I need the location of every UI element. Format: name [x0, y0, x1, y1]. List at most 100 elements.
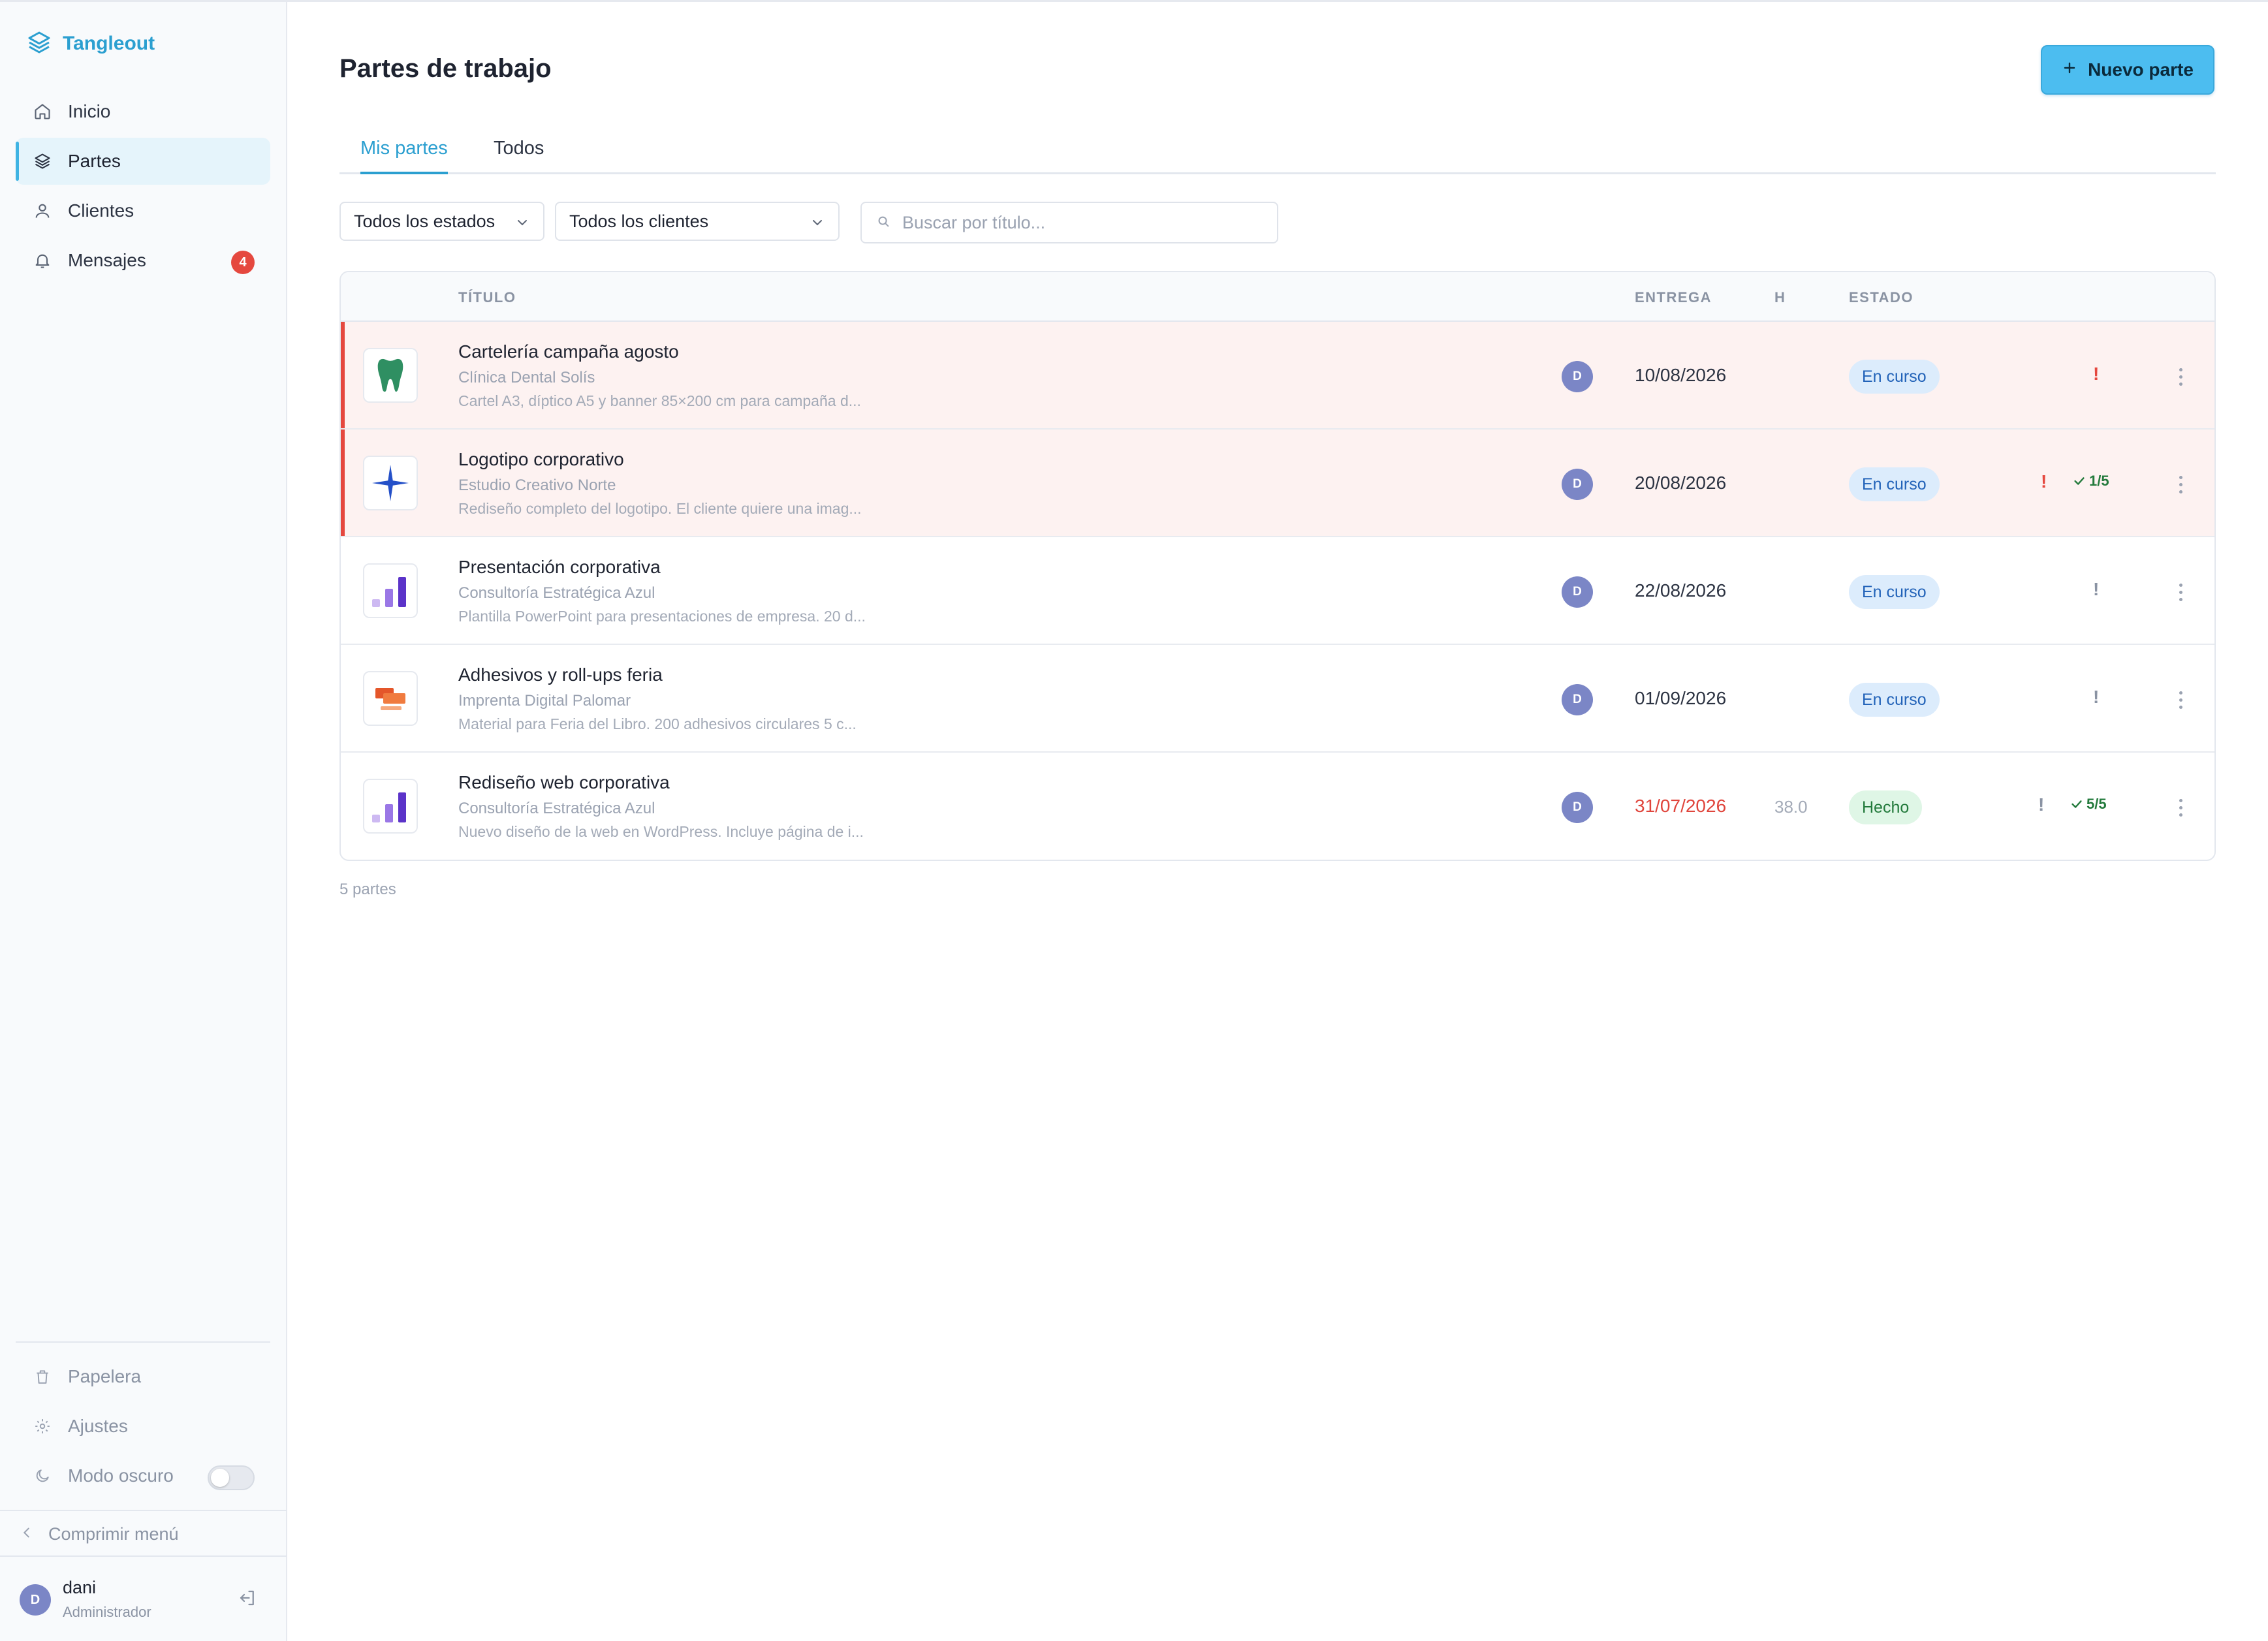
- sidebar-item-label: Inicio: [68, 101, 111, 121]
- trash-icon: [33, 1367, 52, 1386]
- sidebar: Tangleout Inicio Partes Clientes Mensaje…: [0, 2, 287, 1641]
- row-title: Presentación corporativa: [458, 557, 661, 577]
- moon-icon: [33, 1466, 52, 1486]
- checklist-progress: 1/5: [2072, 473, 2109, 490]
- sidebar-item-label: Partes: [68, 151, 121, 171]
- user-profile: D dani Administrador: [20, 1575, 261, 1625]
- sidebar-item-clientes[interactable]: Clientes: [16, 187, 270, 234]
- brand[interactable]: Tangleout: [26, 31, 155, 57]
- gear-icon: [33, 1416, 52, 1436]
- sidebar-item-label: Ajustes: [68, 1416, 128, 1436]
- chevron-down-icon: [514, 215, 530, 230]
- priority-flag: !: [2041, 471, 2047, 492]
- row-description: Plantilla PowerPoint para presentaciones…: [458, 608, 866, 625]
- sidebar-nav: Inicio Partes Clientes Mensajes 4: [16, 88, 270, 287]
- avatar[interactable]: D: [20, 1584, 51, 1616]
- row-title: Rediseño web corporativa: [458, 772, 670, 792]
- row-due-date: 31/07/2026: [1635, 796, 1727, 816]
- row-title: Logotipo corporativo: [458, 449, 624, 469]
- tab-todos[interactable]: Todos: [494, 138, 544, 174]
- row-client: Consultoría Estratégica Azul: [458, 800, 655, 817]
- table-row[interactable]: Logotipo corporativo Estudio Creativo No…: [341, 430, 2214, 537]
- row-description: Cartel A3, díptico A5 y banner 85×200 cm…: [458, 392, 861, 409]
- client-filter-select[interactable]: Todos los clientes: [555, 202, 840, 241]
- status-badge: Hecho: [1849, 790, 1923, 824]
- logo-layers-icon: [26, 29, 52, 59]
- row-menu-button[interactable]: [2171, 361, 2190, 392]
- status-filter-value: Todos los estados: [354, 211, 496, 231]
- user-name: dani: [63, 1578, 97, 1597]
- assignee-avatar: D: [1562, 684, 1593, 715]
- user-icon: [33, 201, 52, 221]
- column-hours-header[interactable]: H: [1774, 289, 1786, 306]
- search-box: [860, 202, 1278, 243]
- sidebar-item-inicio[interactable]: Inicio: [16, 88, 270, 135]
- row-description: Rediseño completo del logotipo. El clien…: [458, 500, 862, 517]
- partes-table: TÍTULO ENTREGA H ESTADO Cartelería campa…: [339, 271, 2216, 861]
- bars-icon: [363, 563, 418, 618]
- new-parte-button[interactable]: Nuevo parte: [2041, 45, 2214, 95]
- user-role: Administrador: [63, 1604, 151, 1620]
- star-icon: [363, 456, 418, 510]
- checklist-progress: 5/5: [2070, 796, 2107, 813]
- sidebar-item-partes[interactable]: Partes: [16, 138, 270, 185]
- sidebar-item-label: Papelera: [68, 1366, 142, 1386]
- row-menu-button[interactable]: [2171, 792, 2190, 823]
- row-client: Clínica Dental Solís: [458, 369, 595, 386]
- checklist-count: 1/5: [2089, 473, 2109, 489]
- sidebar-bottom: Papelera Ajustes Modo oscuro: [16, 1353, 270, 1502]
- table-row[interactable]: Presentación corporativa Consultoría Est…: [341, 537, 2214, 645]
- table-row[interactable]: Rediseño web corporativa Consultoría Est…: [341, 753, 2214, 860]
- collapse-menu-button[interactable]: Comprimir menú: [20, 1518, 179, 1550]
- home-icon: [33, 102, 52, 121]
- table-row[interactable]: Adhesivos y roll-ups feria Imprenta Digi…: [341, 645, 2214, 753]
- sidebar-divider: [0, 1510, 287, 1511]
- row-hours: 38.0: [1774, 797, 1808, 817]
- layers-icon: [33, 151, 52, 171]
- status-badge: En curso: [1849, 467, 1940, 501]
- page-title: Partes de trabajo: [339, 54, 552, 83]
- priority-flag: !: [2093, 579, 2100, 599]
- column-due-header[interactable]: ENTREGA: [1635, 289, 1712, 306]
- plus-icon: [2062, 59, 2077, 80]
- sidebar-item-label: Mensajes: [68, 250, 146, 270]
- sidebar-item-modo-oscuro: Modo oscuro: [16, 1452, 270, 1499]
- assignee-avatar: D: [1562, 576, 1593, 608]
- table-header: TÍTULO ENTREGA H ESTADO: [341, 272, 2214, 322]
- assignee-avatar: D: [1562, 469, 1593, 500]
- tabs: Mis partes Todos: [339, 126, 2216, 174]
- new-parte-label: Nuevo parte: [2088, 59, 2194, 80]
- row-menu-button[interactable]: [2171, 684, 2190, 715]
- sidebar-divider: [0, 1555, 287, 1557]
- row-menu-button[interactable]: [2171, 469, 2190, 500]
- search-input[interactable]: [902, 212, 1268, 233]
- row-client: Estudio Creativo Norte: [458, 477, 616, 494]
- check-icon: [2074, 477, 2085, 485]
- check-icon: [2071, 800, 2082, 808]
- app-window: Tangleout Inicio Partes Clientes Mensaje…: [0, 0, 2268, 1641]
- row-title: Cartelería campaña agosto: [458, 341, 679, 362]
- priority-flag: !: [2093, 687, 2100, 707]
- column-status-header[interactable]: ESTADO: [1849, 289, 1914, 306]
- tab-mis-partes[interactable]: Mis partes: [360, 138, 448, 174]
- toggle-knob: [211, 1469, 229, 1487]
- sidebar-item-label: Modo oscuro: [68, 1465, 174, 1486]
- sidebar-item-papelera[interactable]: Papelera: [16, 1353, 270, 1400]
- client-filter-value: Todos los clientes: [569, 211, 709, 231]
- row-due-date: 10/08/2026: [1635, 365, 1727, 385]
- row-title: Adhesivos y roll-ups feria: [458, 664, 663, 685]
- logout-icon[interactable]: [238, 1588, 261, 1612]
- dark-mode-toggle[interactable]: [208, 1465, 255, 1490]
- checklist-count: 5/5: [2087, 796, 2107, 812]
- column-title-header[interactable]: TÍTULO: [458, 289, 516, 306]
- bars-icon: [363, 779, 418, 834]
- status-filter-select[interactable]: Todos los estados: [339, 202, 544, 241]
- sidebar-divider: [16, 1341, 270, 1343]
- sidebar-item-ajustes[interactable]: Ajustes: [16, 1403, 270, 1450]
- row-menu-button[interactable]: [2171, 576, 2190, 608]
- table-row[interactable]: Cartelería campaña agosto Clínica Dental…: [341, 322, 2214, 430]
- row-due-date: 22/08/2026: [1635, 580, 1727, 601]
- row-due-date: 20/08/2026: [1635, 473, 1727, 493]
- sidebar-item-mensajes[interactable]: Mensajes 4: [16, 237, 270, 284]
- assignee-avatar: D: [1562, 361, 1593, 392]
